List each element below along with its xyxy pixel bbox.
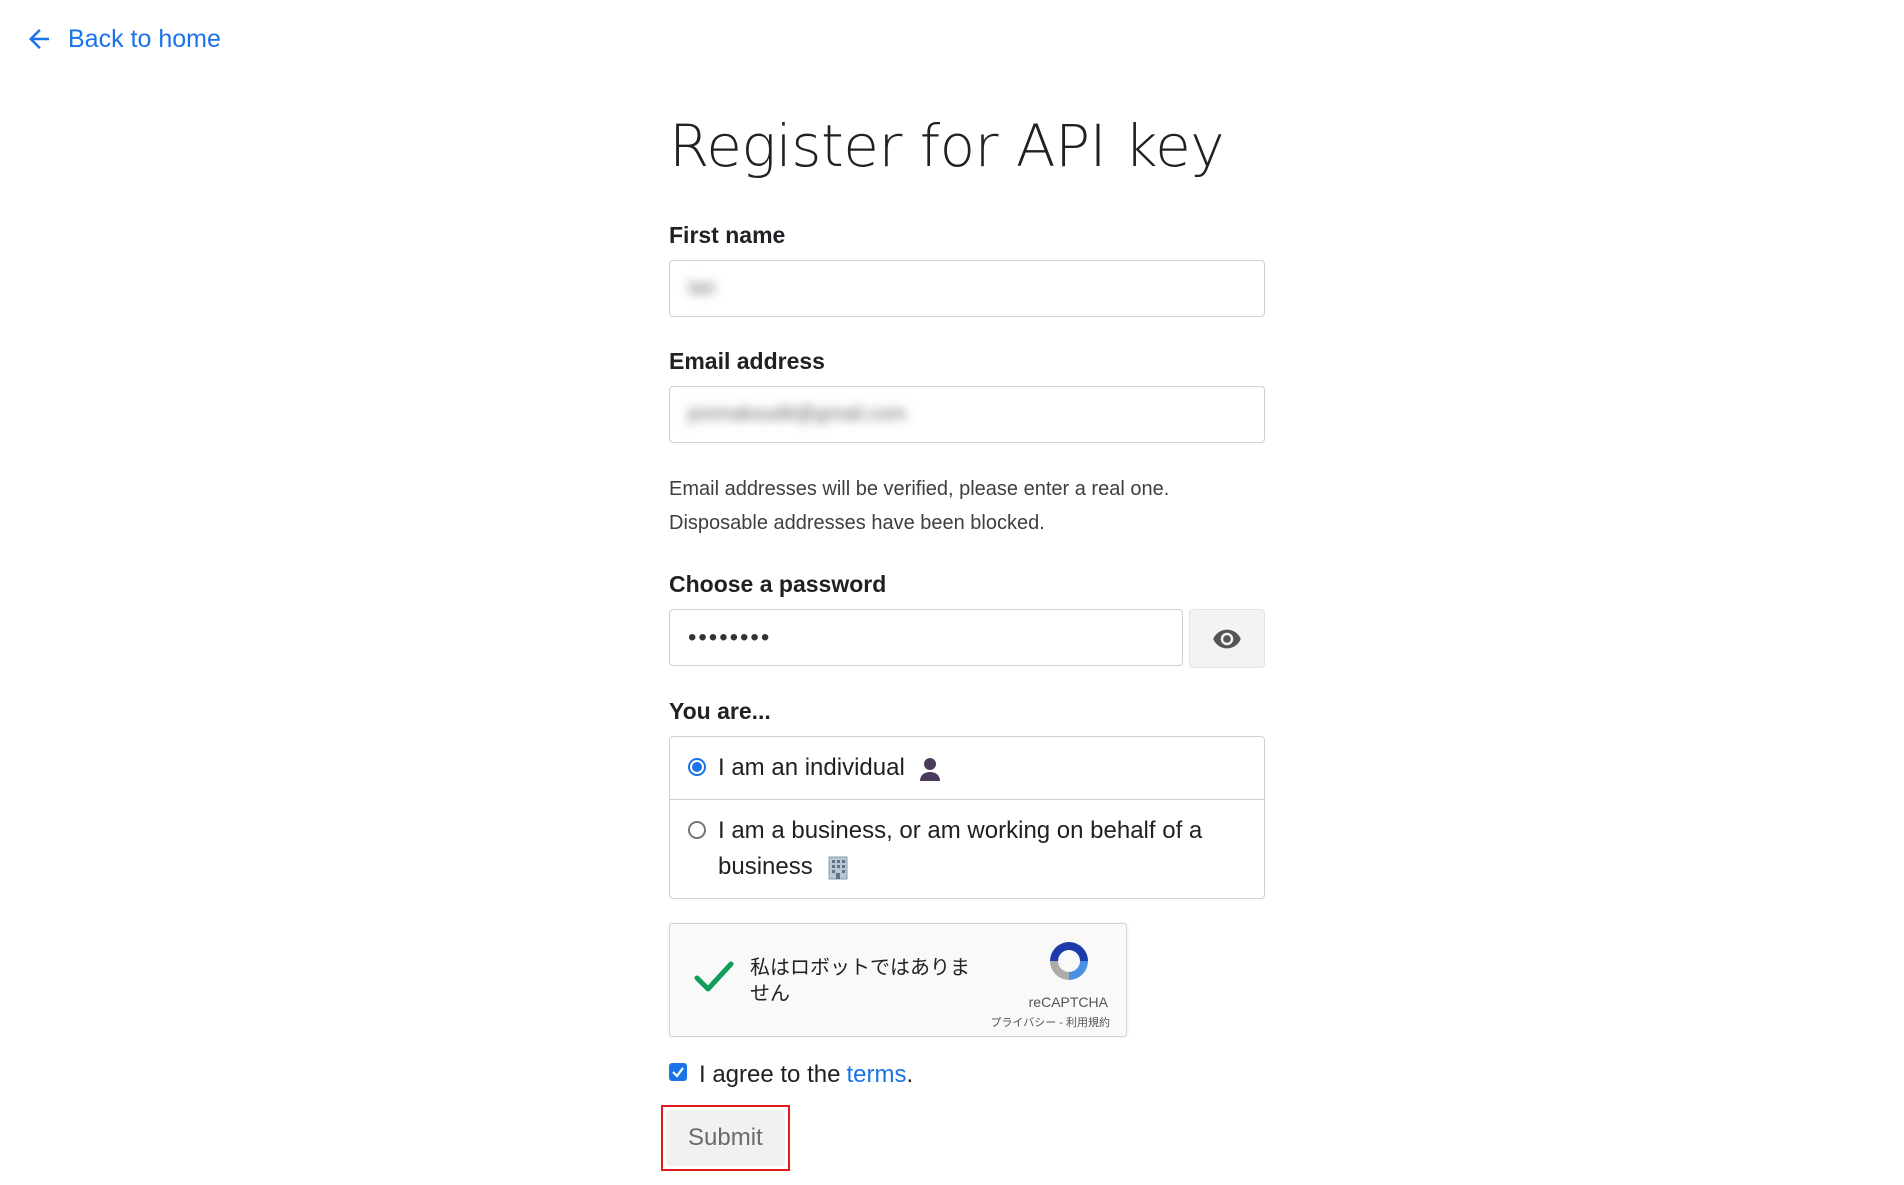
agree-terms-period: . <box>906 1061 914 1088</box>
agree-terms-checkbox[interactable] <box>669 1063 687 1081</box>
register-form: Register for API key First name Ian Emai… <box>661 112 1265 1171</box>
account-type-radio-group: I am an individual I am a business, or a… <box>669 736 1265 899</box>
recaptcha-label: 私はロボットではありません <box>750 955 970 1005</box>
recaptcha-widget[interactable]: 私はロボットではありません reCAPTCHA プライバシー - 利用規約 <box>669 923 1127 1037</box>
back-to-home-link[interactable]: Back to home <box>24 24 221 54</box>
password-label: Choose a password <box>669 571 887 597</box>
recaptcha-privacy-terms-links[interactable]: プライバシー - 利用規約 <box>990 1014 1110 1030</box>
radio-button-individual[interactable] <box>688 758 706 776</box>
password-value: •••••••• <box>688 623 772 651</box>
email-helper-text: Email addresses will be verified, please… <box>669 472 1265 540</box>
back-to-home-label: Back to home <box>68 24 221 53</box>
you-are-label: You are... <box>669 698 771 724</box>
business-label-text: I am a business, or am working on behalf… <box>718 817 1203 880</box>
radio-label-business: I am a business, or am working on behalf… <box>718 813 1246 885</box>
terms-link[interactable]: terms <box>846 1061 906 1089</box>
recaptcha-logo-icon <box>1050 942 1088 980</box>
checkbox-check-icon <box>672 1067 684 1078</box>
arrow-left-icon <box>29 29 49 49</box>
person-emoji-icon <box>920 757 941 781</box>
first-name-input[interactable]: Ian <box>669 260 1265 317</box>
first-name-label: First name <box>669 222 786 248</box>
page-title: Register for API key <box>669 112 1225 180</box>
individual-label-text: I am an individual <box>718 754 905 781</box>
submit-button[interactable]: Submit <box>666 1110 785 1166</box>
agree-terms-text: I agree to the <box>699 1061 841 1088</box>
radio-option-individual[interactable]: I am an individual <box>670 737 1264 799</box>
eye-icon <box>1213 629 1241 648</box>
radio-option-business[interactable]: I am a business, or am working on behalf… <box>670 799 1264 898</box>
email-label: Email address <box>669 348 825 374</box>
office-building-emoji-icon <box>828 856 848 880</box>
submit-highlight-box: Submit <box>661 1105 790 1171</box>
password-row: •••••••• <box>669 609 1265 668</box>
password-input[interactable]: •••••••• <box>669 609 1184 666</box>
toggle-password-visibility-button[interactable] <box>1189 609 1265 668</box>
first-name-value: Ian <box>688 277 716 299</box>
radio-label-individual: I am an individual <box>718 750 941 786</box>
recaptcha-checkmark-icon[interactable] <box>694 960 734 994</box>
recaptcha-brand: reCAPTCHA <box>1028 994 1108 1010</box>
agree-terms-row: I agree to the terms . <box>669 1061 1265 1089</box>
email-value: jonmaksudit@gmail.com <box>688 403 907 425</box>
email-helper-line-2: Disposable addresses have been blocked. <box>669 512 1045 534</box>
radio-button-business[interactable] <box>688 821 706 839</box>
email-helper-line-1: Email addresses will be verified, please… <box>669 478 1170 500</box>
email-input[interactable]: jonmaksudit@gmail.com <box>669 386 1265 443</box>
